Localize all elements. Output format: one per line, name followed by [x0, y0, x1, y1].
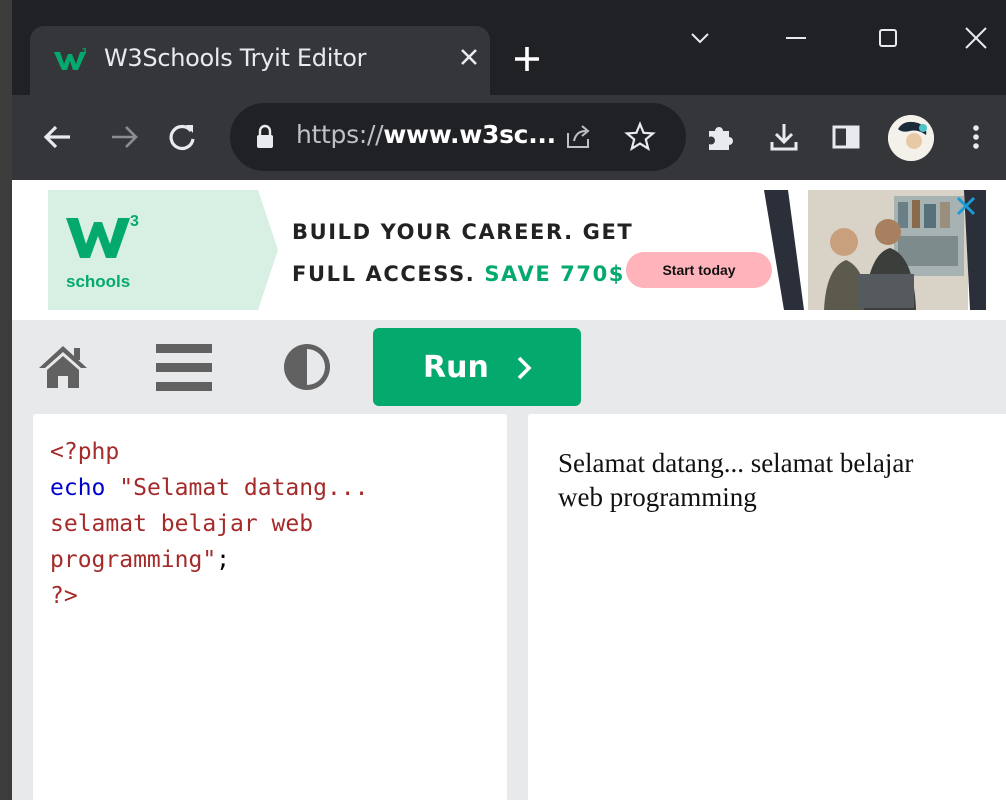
run-button[interactable]: Run	[373, 328, 581, 406]
forward-arrow-icon[interactable]	[104, 117, 144, 157]
code-token-string: "Selamat datang...	[119, 475, 369, 501]
tab-search-chevron-down-icon[interactable]	[680, 18, 720, 58]
minimize-icon[interactable]	[776, 18, 816, 58]
extensions-puzzle-icon[interactable]	[700, 117, 740, 157]
page-content: 3 schools BUILD YOUR CAREER. GET FULL AC…	[12, 180, 1006, 800]
code-token-string: programming"	[50, 547, 217, 573]
lock-icon[interactable]	[254, 123, 276, 151]
code-token-semicolon: ;	[216, 547, 231, 573]
back-arrow-icon[interactable]	[38, 117, 78, 157]
code-token-php-close: ?>	[50, 583, 78, 609]
ad-logo-text: schools	[66, 272, 131, 291]
result-frame: Selamat datang... selamat belajar web pr…	[528, 414, 1006, 800]
ad-line2-prefix: FULL ACCESS.	[292, 262, 476, 286]
code-line: programming";	[50, 542, 490, 578]
code-line: <?php	[50, 434, 490, 470]
code-line: echo "Selamat datang...	[50, 470, 490, 506]
tab-strip: 3 W3Schools Tryit Editor	[12, 0, 1006, 95]
menu-icon[interactable]	[154, 340, 214, 396]
tab-close-icon[interactable]	[454, 40, 484, 74]
run-button-label: Run	[423, 350, 489, 385]
result-output-text: Selamat datang... selamat belajar web pr…	[558, 448, 914, 512]
chevron-right-icon	[517, 356, 532, 380]
url-text: https://www.w3sc...	[296, 120, 556, 149]
ad-headline-line2: FULL ACCESS. SAVE 770$	[292, 262, 625, 286]
browser-window: 3 W3Schools Tryit Editor https://www.w3s…	[0, 0, 1006, 800]
svg-text:3: 3	[82, 47, 87, 56]
contrast-icon[interactable]	[280, 340, 334, 394]
new-tab-plus-icon[interactable]	[510, 42, 544, 76]
ad-close-icon[interactable]	[952, 192, 980, 220]
browser-toolbar: https://www.w3sc...	[12, 95, 1006, 180]
svg-text:3: 3	[130, 213, 139, 230]
code-line: selamat belajar web	[50, 506, 490, 542]
code-editor[interactable]: <?php echo "Selamat datang... selamat bela…	[33, 414, 507, 800]
bookmark-star-icon[interactable]	[622, 119, 658, 155]
window-close-icon[interactable]	[956, 18, 996, 58]
url-prefix: https://	[296, 120, 384, 149]
code-token-php-open: <?php	[50, 439, 120, 465]
reload-icon[interactable]	[162, 117, 202, 157]
w3schools-logo-icon: 3	[66, 213, 139, 258]
tab-title: W3Schools Tryit Editor	[104, 44, 367, 72]
code-token-echo: echo	[50, 475, 106, 501]
code-token-string: selamat belajar web	[50, 511, 314, 537]
address-bar[interactable]: https://www.w3sc...	[230, 103, 686, 171]
browser-tab[interactable]: 3 W3Schools Tryit Editor	[30, 26, 490, 95]
ad-banner[interactable]: 3 schools BUILD YOUR CAREER. GET FULL AC…	[12, 180, 1006, 320]
maximize-icon[interactable]	[868, 18, 908, 58]
code-text[interactable]: <?php echo "Selamat datang... selamat bela…	[50, 434, 490, 614]
start-today-button[interactable]: Start today	[626, 252, 772, 288]
w3schools-favicon-icon: 3	[54, 47, 87, 70]
window-frame	[0, 0, 12, 800]
profile-avatar[interactable]	[888, 115, 934, 161]
side-panel-icon[interactable]	[826, 117, 866, 157]
ad-line2-accent: SAVE 770$	[484, 262, 626, 286]
url-host: www.w3sc...	[383, 120, 556, 149]
share-icon[interactable]	[560, 119, 596, 155]
more-vertical-icon[interactable]	[956, 117, 996, 157]
editor-toolbar: Run	[12, 320, 1006, 414]
code-line: ?>	[50, 578, 490, 614]
ad-headline-line1: BUILD YOUR CAREER. GET	[292, 220, 634, 244]
download-icon[interactable]	[764, 117, 804, 157]
home-icon[interactable]	[36, 342, 90, 392]
